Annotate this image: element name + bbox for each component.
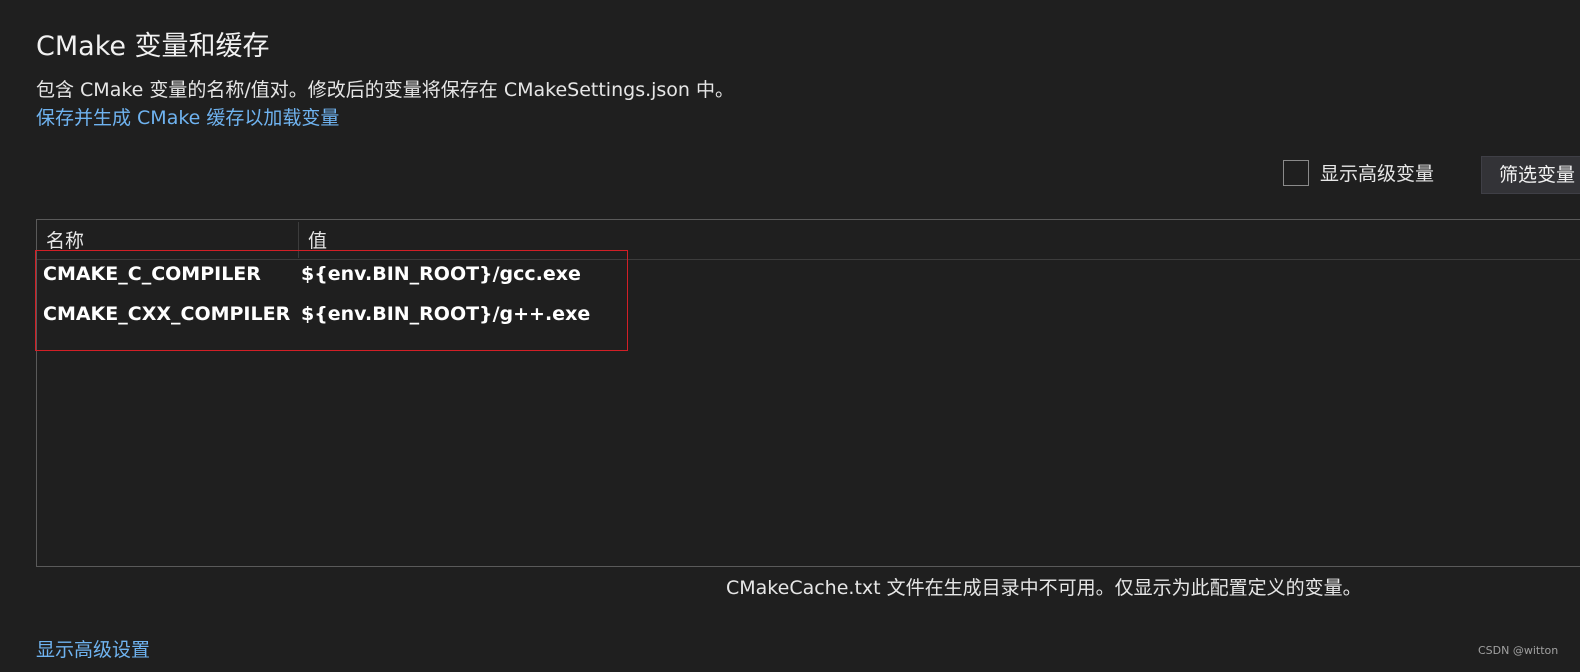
column-divider[interactable] bbox=[298, 222, 299, 258]
variable-name-cell[interactable]: CMAKE_CXX_COMPILER bbox=[43, 303, 290, 325]
grid-header: 名称 值 bbox=[37, 220, 1580, 260]
column-header-name[interactable]: 名称 bbox=[46, 226, 84, 253]
page-description: 包含 CMake 变量的名称/值对。修改后的变量将保存在 CMakeSettin… bbox=[36, 79, 735, 101]
variable-value-cell[interactable]: ${env.BIN_ROOT}/g++.exe bbox=[301, 303, 590, 325]
table-row[interactable]: CMAKE_CXX_COMPILER ${env.BIN_ROOT}/g++.e… bbox=[37, 296, 1580, 336]
watermark: CSDN @witton bbox=[1478, 644, 1559, 657]
table-row[interactable]: CMAKE_C_COMPILER ${env.BIN_ROOT}/gcc.exe bbox=[37, 256, 1580, 296]
filter-variables-button[interactable]: 筛选变量 bbox=[1481, 156, 1580, 194]
variables-grid: 名称 值 CMAKE_C_COMPILER ${env.BIN_ROOT}/gc… bbox=[36, 219, 1580, 567]
show-advanced-variables-label: 显示高级变量 bbox=[1320, 163, 1435, 185]
save-generate-cache-link[interactable]: 保存并生成 CMake 缓存以加载变量 bbox=[36, 103, 339, 130]
cache-status-message: CMakeCache.txt 文件在生成目录中不可用。仅显示为此配置定义的变量。 bbox=[726, 577, 1362, 599]
show-advanced-variables-toggle[interactable]: 显示高级变量 bbox=[1283, 159, 1434, 186]
show-advanced-settings-link[interactable]: 显示高级设置 bbox=[36, 635, 150, 662]
page-title: CMake 变量和缓存 bbox=[36, 31, 270, 62]
show-advanced-variables-checkbox[interactable] bbox=[1283, 159, 1309, 186]
variable-value-cell[interactable]: ${env.BIN_ROOT}/gcc.exe bbox=[301, 263, 581, 285]
variable-name-cell[interactable]: CMAKE_C_COMPILER bbox=[43, 263, 261, 285]
column-header-value[interactable]: 值 bbox=[308, 226, 327, 253]
